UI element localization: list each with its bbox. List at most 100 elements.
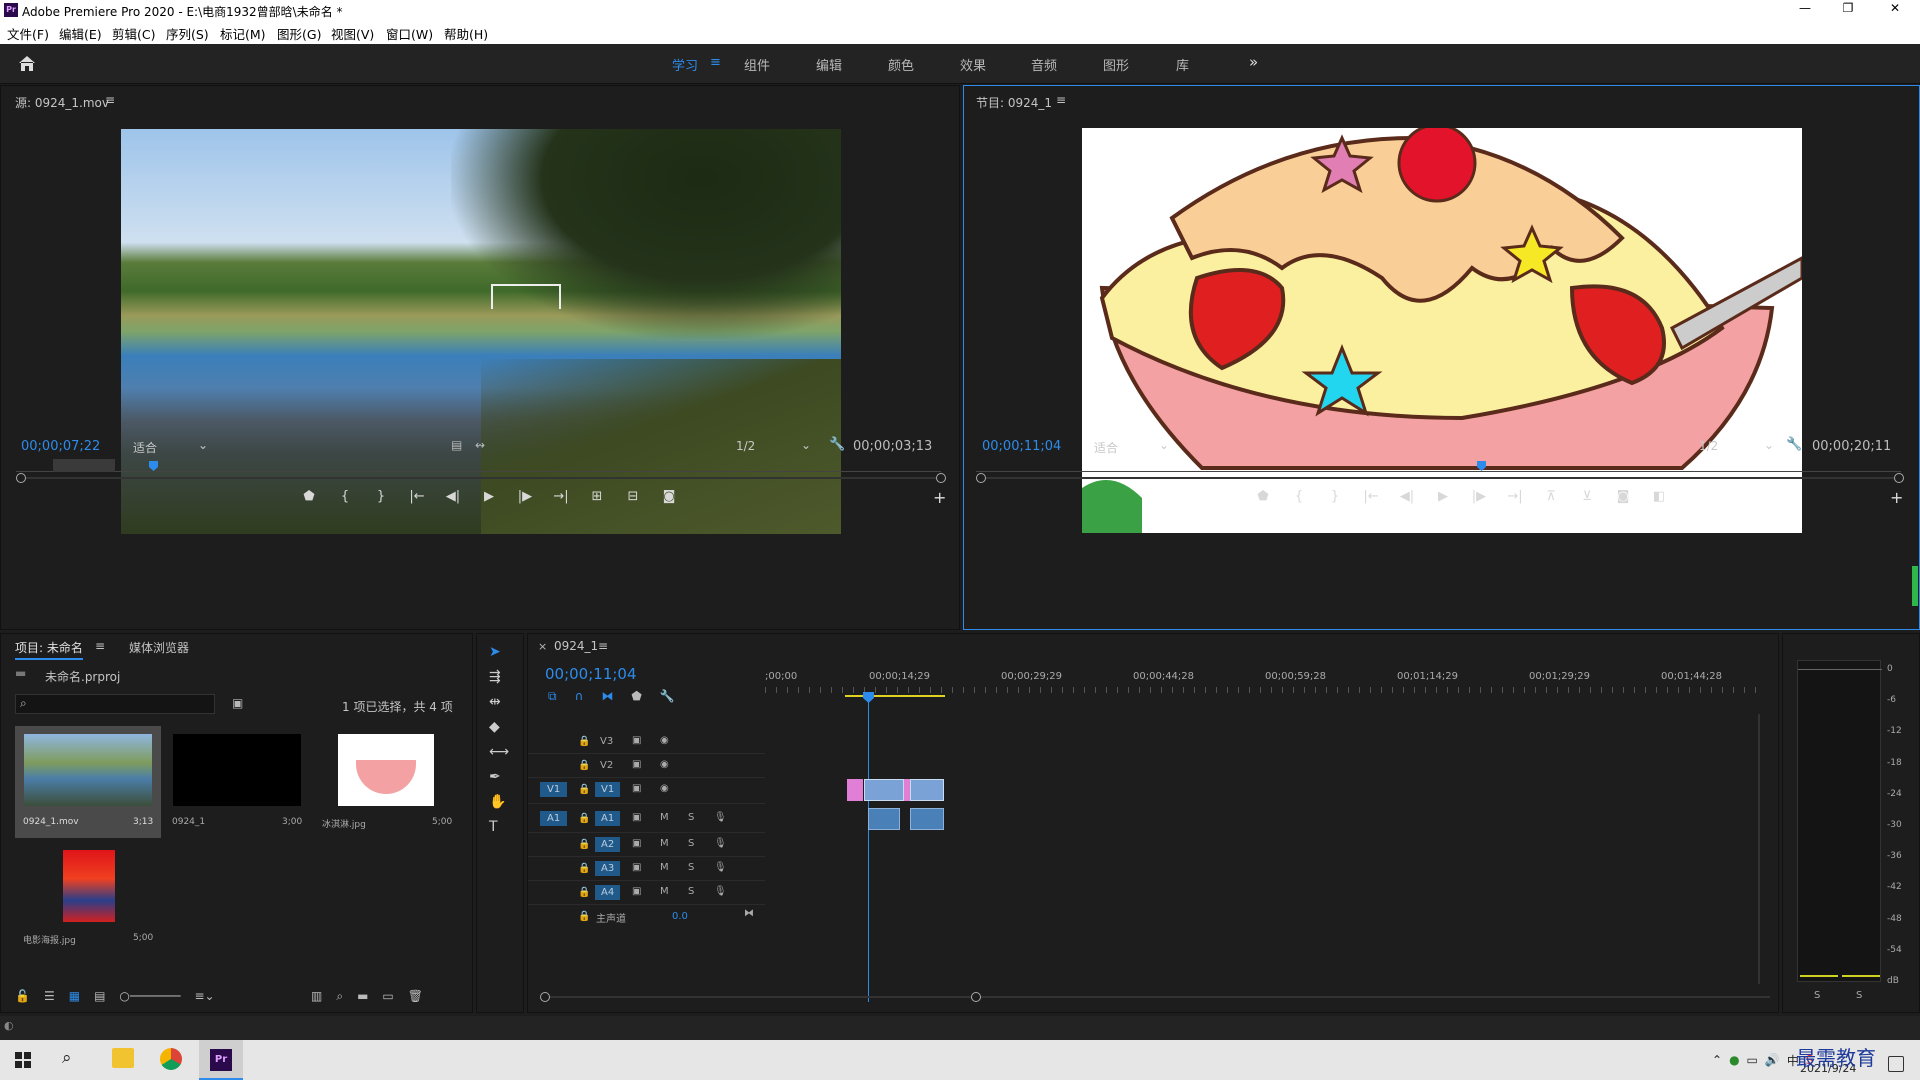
wrench-icon[interactable]: 🔧 <box>1786 437 1802 452</box>
zoom-handle-left[interactable] <box>16 473 26 483</box>
workspace-editing[interactable]: 编辑 <box>816 55 842 74</box>
mark-out-icon[interactable]: } <box>368 489 394 504</box>
menu-window[interactable]: 窗口(W) <box>386 24 433 43</box>
list-view-icon[interactable]: ☰ <box>44 989 55 1003</box>
search-icon[interactable]: ⌕ <box>62 1048 72 1068</box>
lock-icon[interactable]: 🔒 <box>578 911 590 922</box>
mark-in-icon[interactable]: { <box>1286 489 1312 504</box>
go-to-in-icon[interactable]: |← <box>404 489 430 504</box>
zoom-handle-left[interactable] <box>540 992 550 1002</box>
sort-icon[interactable]: ≡⌄ <box>194 989 214 1003</box>
add-button-icon[interactable]: + <box>933 488 946 507</box>
add-marker-icon[interactable]: ⬟ <box>631 689 641 704</box>
timeline-horizontal-scrollbar[interactable] <box>540 996 1770 998</box>
program-resolution-dropdown[interactable]: 1/2 <box>1699 439 1718 453</box>
solo-button[interactable]: S <box>688 886 694 897</box>
zoom-handle-right[interactable] <box>971 992 981 1002</box>
wrench-icon[interactable]: 🔧 <box>660 689 675 704</box>
eye-icon[interactable]: ◉ <box>660 735 669 746</box>
workspace-effects[interactable]: 效果 <box>960 55 986 74</box>
add-marker-icon[interactable]: ⬟ <box>1250 489 1276 504</box>
overwrite-icon[interactable]: ⊟ <box>620 489 646 504</box>
premiere-taskbar-button[interactable]: Pr <box>199 1040 243 1080</box>
zoom-slider[interactable]: ○─────── <box>119 989 180 1003</box>
source-fit-dropdown[interactable]: 适合 <box>133 439 157 456</box>
play-icon[interactable]: ▶ <box>1430 489 1456 504</box>
eye-icon[interactable]: ◉ <box>660 783 669 794</box>
lock-icon[interactable]: 🔒 <box>578 813 590 824</box>
project-item[interactable]: 电影海报.jpg 5;00 <box>15 842 161 954</box>
trash-icon[interactable]: 🗑 <box>408 989 423 1004</box>
timeline-timecode[interactable]: 00;00;11;04 <box>545 665 637 683</box>
program-ruler[interactable] <box>976 464 1901 472</box>
lock-icon[interactable]: 🔒 <box>578 736 590 747</box>
selection-tool-icon[interactable]: ➤ <box>489 644 509 660</box>
sync-lock-icon[interactable]: ▣ <box>632 862 641 873</box>
chevron-down-icon[interactable]: ⌄ <box>1764 438 1774 452</box>
source-zoom-bar[interactable] <box>16 477 941 479</box>
find-icon[interactable]: ⌕ <box>336 989 343 1004</box>
menu-clip[interactable]: 剪辑(C) <box>112 24 155 43</box>
solo-left-button[interactable]: S <box>1814 990 1820 1001</box>
chrome-icon[interactable] <box>160 1048 182 1070</box>
notification-icon[interactable] <box>1888 1056 1904 1072</box>
insert-icon[interactable]: ⊞ <box>584 489 610 504</box>
sequence-tab[interactable]: 0924_1 <box>554 639 598 653</box>
source-patch-v1[interactable]: V1 <box>540 782 568 797</box>
time-ruler[interactable]: ;00;00 00;00;14;29 00;00;29;29 00;00;44;… <box>765 669 1765 699</box>
menu-view[interactable]: 视图(V) <box>331 24 374 43</box>
lock-icon[interactable]: 🔒 <box>578 887 590 898</box>
master-volume[interactable]: 0.0 <box>672 911 688 922</box>
add-button-icon[interactable]: + <box>1890 488 1903 507</box>
workspace-color[interactable]: 颜色 <box>888 55 914 74</box>
track-label[interactable]: A4 <box>595 885 621 900</box>
lock-icon[interactable]: 🔒 <box>578 839 590 850</box>
automate-to-sequence-icon[interactable]: ▥ <box>311 989 322 1004</box>
timeline-panel-menu-icon[interactable]: ≡ <box>598 639 608 653</box>
track-label[interactable]: A1 <box>595 811 621 826</box>
film-icon[interactable]: ▣ <box>632 735 641 746</box>
step-back-icon[interactable]: ◀| <box>440 489 466 504</box>
volume-icon[interactable]: 🔊 <box>1765 1053 1780 1067</box>
menu-graphics[interactable]: 图形(G) <box>277 24 321 43</box>
track-label[interactable]: A3 <box>595 861 621 876</box>
step-forward-icon[interactable]: |▶ <box>1466 489 1492 504</box>
new-item-icon[interactable]: ▭ <box>382 989 393 1004</box>
network-icon[interactable]: ▭ <box>1747 1053 1758 1067</box>
mute-button[interactable]: M <box>660 838 669 849</box>
chevron-down-icon[interactable]: ⌄ <box>1159 438 1169 452</box>
sync-lock-icon[interactable]: ▣ <box>632 838 641 849</box>
solo-button[interactable]: S <box>688 812 694 823</box>
slip-tool-icon[interactable]: ⟷ <box>489 744 509 760</box>
workspace-menu-icon[interactable]: ≡ <box>710 55 721 70</box>
chevron-up-icon[interactable]: ⌃ <box>1712 1053 1722 1067</box>
program-fit-dropdown[interactable]: 适合 <box>1094 439 1118 456</box>
icon-view-icon[interactable]: ▦ <box>69 989 80 1003</box>
workspace-graphics[interactable]: 图形 <box>1103 55 1129 74</box>
linked-selection-icon[interactable]: ⧓ <box>601 689 613 704</box>
go-to-end-icon[interactable]: ⧓ <box>744 908 754 919</box>
sync-lock-icon[interactable]: ▣ <box>632 886 641 897</box>
project-item[interactable]: 冰淇淋.jpg 5;00 <box>314 726 460 838</box>
lock-icon[interactable]: 🔒 <box>578 784 590 795</box>
workspace-audio[interactable]: 音频 <box>1031 55 1057 74</box>
track-label[interactable]: V3 <box>600 736 613 747</box>
drag-video-icon[interactable]: ▤ <box>451 438 462 452</box>
source-patch-a1[interactable]: A1 <box>540 811 568 826</box>
step-back-icon[interactable]: ◀| <box>1394 489 1420 504</box>
mic-icon[interactable]: 🎙 <box>714 812 727 823</box>
lock-icon[interactable]: 🔒 <box>578 863 590 874</box>
snap-icon[interactable]: ∩ <box>575 689 584 704</box>
green-tray-icon[interactable]: ● <box>1729 1053 1739 1067</box>
film-icon[interactable]: ▣ <box>632 783 641 794</box>
source-title[interactable]: 源: 0924_1.mov <box>15 94 109 111</box>
pen-tool-icon[interactable]: ✒ <box>489 769 509 785</box>
maximize-button[interactable]: ❐ <box>1838 1 1858 15</box>
mic-icon[interactable]: 🎙 <box>714 838 727 849</box>
source-in-out-range[interactable] <box>53 459 115 472</box>
program-playhead-timecode[interactable]: 00;00;11;04 <box>982 439 1061 454</box>
step-forward-icon[interactable]: |▶ <box>512 489 538 504</box>
camera-icon[interactable]: ◙ <box>656 489 682 504</box>
lock-icon[interactable]: 🔒 <box>578 760 590 771</box>
track-label[interactable]: V2 <box>600 760 613 771</box>
